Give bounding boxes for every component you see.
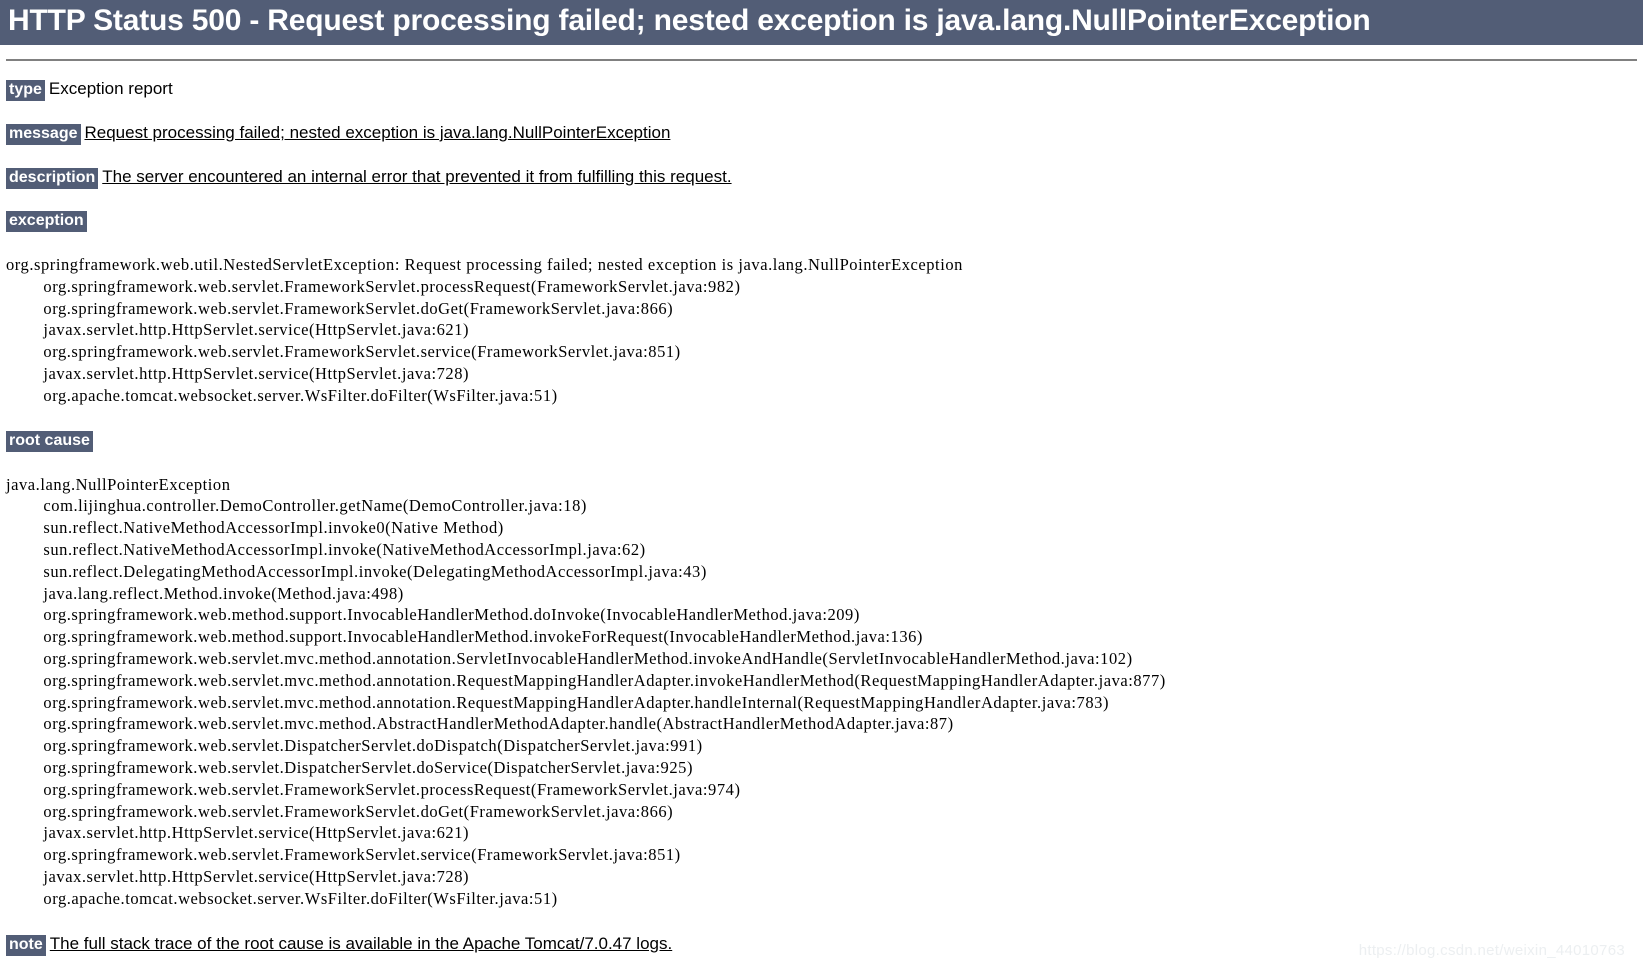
page-title: HTTP Status 500 - Request processing fai… (8, 4, 1371, 37)
note-label: note (6, 934, 46, 956)
exception-stack-trace: org.springframework.web.util.NestedServl… (6, 255, 963, 405)
exception-label: exception (6, 211, 87, 232)
root-cause-label: root cause (6, 430, 93, 452)
message-row: message Request processing failed; nested… (6, 123, 1637, 145)
description-value: The server encountered an internal error… (102, 167, 732, 186)
note-value: The full stack trace of the root cause i… (49, 933, 673, 953)
root-cause-stack-trace: java.lang.NullPointerException com.lijin… (6, 474, 1166, 908)
exception-heading-row: exception (6, 211, 1637, 232)
root-cause-heading-row: root cause (6, 430, 1637, 452)
message-value: Request processing failed; nested except… (84, 123, 671, 142)
message-label: message (6, 124, 81, 145)
note-row: note The full stack trace of the root cau… (6, 934, 1637, 956)
header-divider (6, 59, 1637, 61)
status-header-bar: HTTP Status 500 - Request processing fai… (0, 0, 1643, 45)
description-label: description (6, 168, 99, 189)
description-row: description The server encountered an int… (6, 167, 1637, 189)
type-label: type (6, 80, 45, 101)
error-report-content: type Exception report message Request proc… (0, 79, 1643, 956)
type-row: type Exception report (6, 79, 1637, 101)
type-value: Exception report (48, 79, 173, 98)
